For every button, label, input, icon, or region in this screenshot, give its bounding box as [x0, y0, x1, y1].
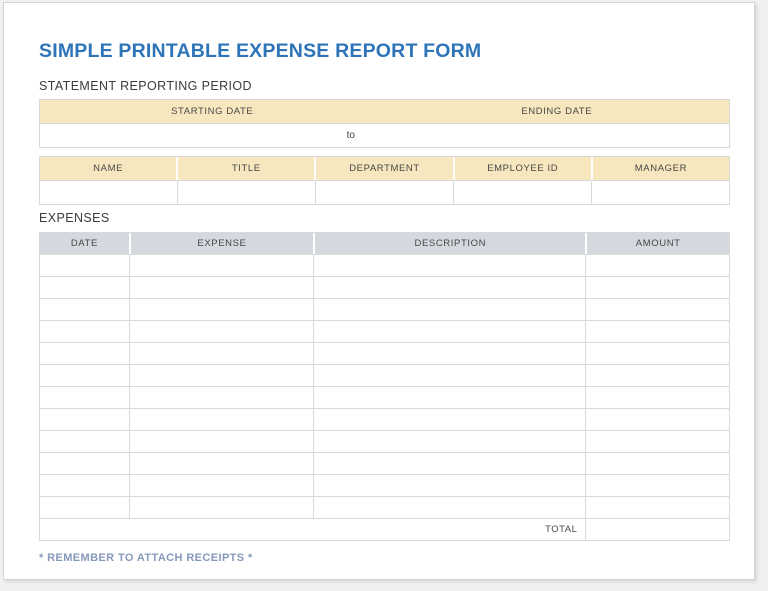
- expense-amount-cell[interactable]: [585, 277, 729, 298]
- expense-name-cell[interactable]: [129, 431, 313, 452]
- total-row: TOTAL: [40, 518, 729, 540]
- expense-date-cell[interactable]: [40, 409, 129, 430]
- expense-amount-cell[interactable]: [585, 497, 729, 518]
- ending-date-header: ENDING DATE: [385, 100, 730, 123]
- expense-date-cell[interactable]: [40, 431, 129, 452]
- date-header: DATE: [40, 233, 129, 254]
- expense-amount-cell[interactable]: [585, 255, 729, 276]
- expense-name-cell[interactable]: [129, 475, 313, 496]
- expense-header: EXPENSE: [129, 233, 313, 254]
- expense-date-cell[interactable]: [40, 277, 129, 298]
- expenses-table: DATE EXPENSE DESCRIPTION AMOUNT: [39, 232, 730, 541]
- expense-description-cell[interactable]: [313, 299, 585, 320]
- expense-description-cell[interactable]: [313, 431, 585, 452]
- starting-date-header: STARTING DATE: [40, 100, 385, 123]
- document-page: SIMPLE PRINTABLE EXPENSE REPORT FORM STA…: [3, 2, 755, 580]
- expense-row: [40, 364, 729, 386]
- expense-row: [40, 276, 729, 298]
- expense-date-cell[interactable]: [40, 453, 129, 474]
- total-label: TOTAL: [40, 519, 585, 540]
- expense-name-cell[interactable]: [129, 255, 313, 276]
- expense-name-cell[interactable]: [129, 277, 313, 298]
- title-field[interactable]: [177, 181, 315, 204]
- expense-description-cell[interactable]: [313, 321, 585, 342]
- starting-date-field[interactable]: [40, 124, 347, 147]
- page-title: SIMPLE PRINTABLE EXPENSE REPORT FORM: [39, 40, 729, 63]
- reporting-period-table: STARTING DATE ENDING DATE to: [39, 99, 730, 148]
- expense-date-cell[interactable]: [40, 497, 129, 518]
- name-header: NAME: [40, 157, 176, 180]
- period-separator-label: to: [347, 124, 355, 147]
- expense-amount-cell[interactable]: [585, 387, 729, 408]
- expense-amount-cell[interactable]: [585, 299, 729, 320]
- expense-description-cell[interactable]: [313, 277, 585, 298]
- expense-row: [40, 320, 729, 342]
- expense-date-cell[interactable]: [40, 321, 129, 342]
- department-field[interactable]: [315, 181, 453, 204]
- employee-id-header: EMPLOYEE ID: [453, 157, 591, 180]
- expense-row: [40, 342, 729, 364]
- expense-description-cell[interactable]: [313, 475, 585, 496]
- expense-name-cell[interactable]: [129, 453, 313, 474]
- expense-date-cell[interactable]: [40, 365, 129, 386]
- expense-date-cell[interactable]: [40, 475, 129, 496]
- expenses-table-body: [40, 254, 729, 518]
- manager-header: MANAGER: [591, 157, 729, 180]
- employee-table-header: NAME TITLE DEPARTMENT EMPLOYEE ID MANAGE…: [40, 157, 729, 180]
- total-amount-field[interactable]: [585, 519, 729, 540]
- period-table-header: STARTING DATE ENDING DATE: [40, 100, 729, 123]
- expense-row: [40, 298, 729, 320]
- expense-name-cell[interactable]: [129, 497, 313, 518]
- expense-amount-cell[interactable]: [585, 321, 729, 342]
- expense-date-cell[interactable]: [40, 387, 129, 408]
- expense-amount-cell[interactable]: [585, 475, 729, 496]
- expense-date-cell[interactable]: [40, 255, 129, 276]
- expense-description-cell[interactable]: [313, 497, 585, 518]
- expenses-section-heading: EXPENSES: [39, 210, 729, 226]
- receipts-reminder-note: * REMEMBER TO ATTACH RECEIPTS *: [39, 552, 729, 564]
- expense-amount-cell[interactable]: [585, 453, 729, 474]
- employee-entry-row: [40, 180, 729, 204]
- expense-name-cell[interactable]: [129, 343, 313, 364]
- expense-name-cell[interactable]: [129, 365, 313, 386]
- expense-description-cell[interactable]: [313, 255, 585, 276]
- expense-name-cell[interactable]: [129, 299, 313, 320]
- ending-date-field[interactable]: [355, 124, 729, 147]
- expense-amount-cell[interactable]: [585, 343, 729, 364]
- expense-description-cell[interactable]: [313, 343, 585, 364]
- period-entry-row: to: [40, 123, 729, 147]
- expense-row: [40, 496, 729, 518]
- expense-description-cell[interactable]: [313, 453, 585, 474]
- expense-name-cell[interactable]: [129, 409, 313, 430]
- expense-row: [40, 430, 729, 452]
- manager-field[interactable]: [591, 181, 729, 204]
- expense-description-cell[interactable]: [313, 387, 585, 408]
- expense-row: [40, 408, 729, 430]
- expense-amount-cell[interactable]: [585, 431, 729, 452]
- expense-row: [40, 254, 729, 276]
- expense-name-cell[interactable]: [129, 387, 313, 408]
- expense-date-cell[interactable]: [40, 299, 129, 320]
- employee-id-field[interactable]: [453, 181, 591, 204]
- employee-info-table: NAME TITLE DEPARTMENT EMPLOYEE ID MANAGE…: [39, 156, 730, 205]
- expense-row: [40, 474, 729, 496]
- statement-section-heading: STATEMENT REPORTING PERIOD: [39, 78, 729, 94]
- title-header: TITLE: [176, 157, 314, 180]
- expense-description-cell[interactable]: [313, 409, 585, 430]
- expense-row: [40, 386, 729, 408]
- expenses-table-header: DATE EXPENSE DESCRIPTION AMOUNT: [40, 233, 729, 254]
- expense-amount-cell[interactable]: [585, 409, 729, 430]
- name-field[interactable]: [40, 181, 177, 204]
- expense-date-cell[interactable]: [40, 343, 129, 364]
- expense-name-cell[interactable]: [129, 321, 313, 342]
- amount-header: AMOUNT: [585, 233, 729, 254]
- expense-description-cell[interactable]: [313, 365, 585, 386]
- expense-amount-cell[interactable]: [585, 365, 729, 386]
- department-header: DEPARTMENT: [314, 157, 452, 180]
- description-header: DESCRIPTION: [313, 233, 585, 254]
- expense-row: [40, 452, 729, 474]
